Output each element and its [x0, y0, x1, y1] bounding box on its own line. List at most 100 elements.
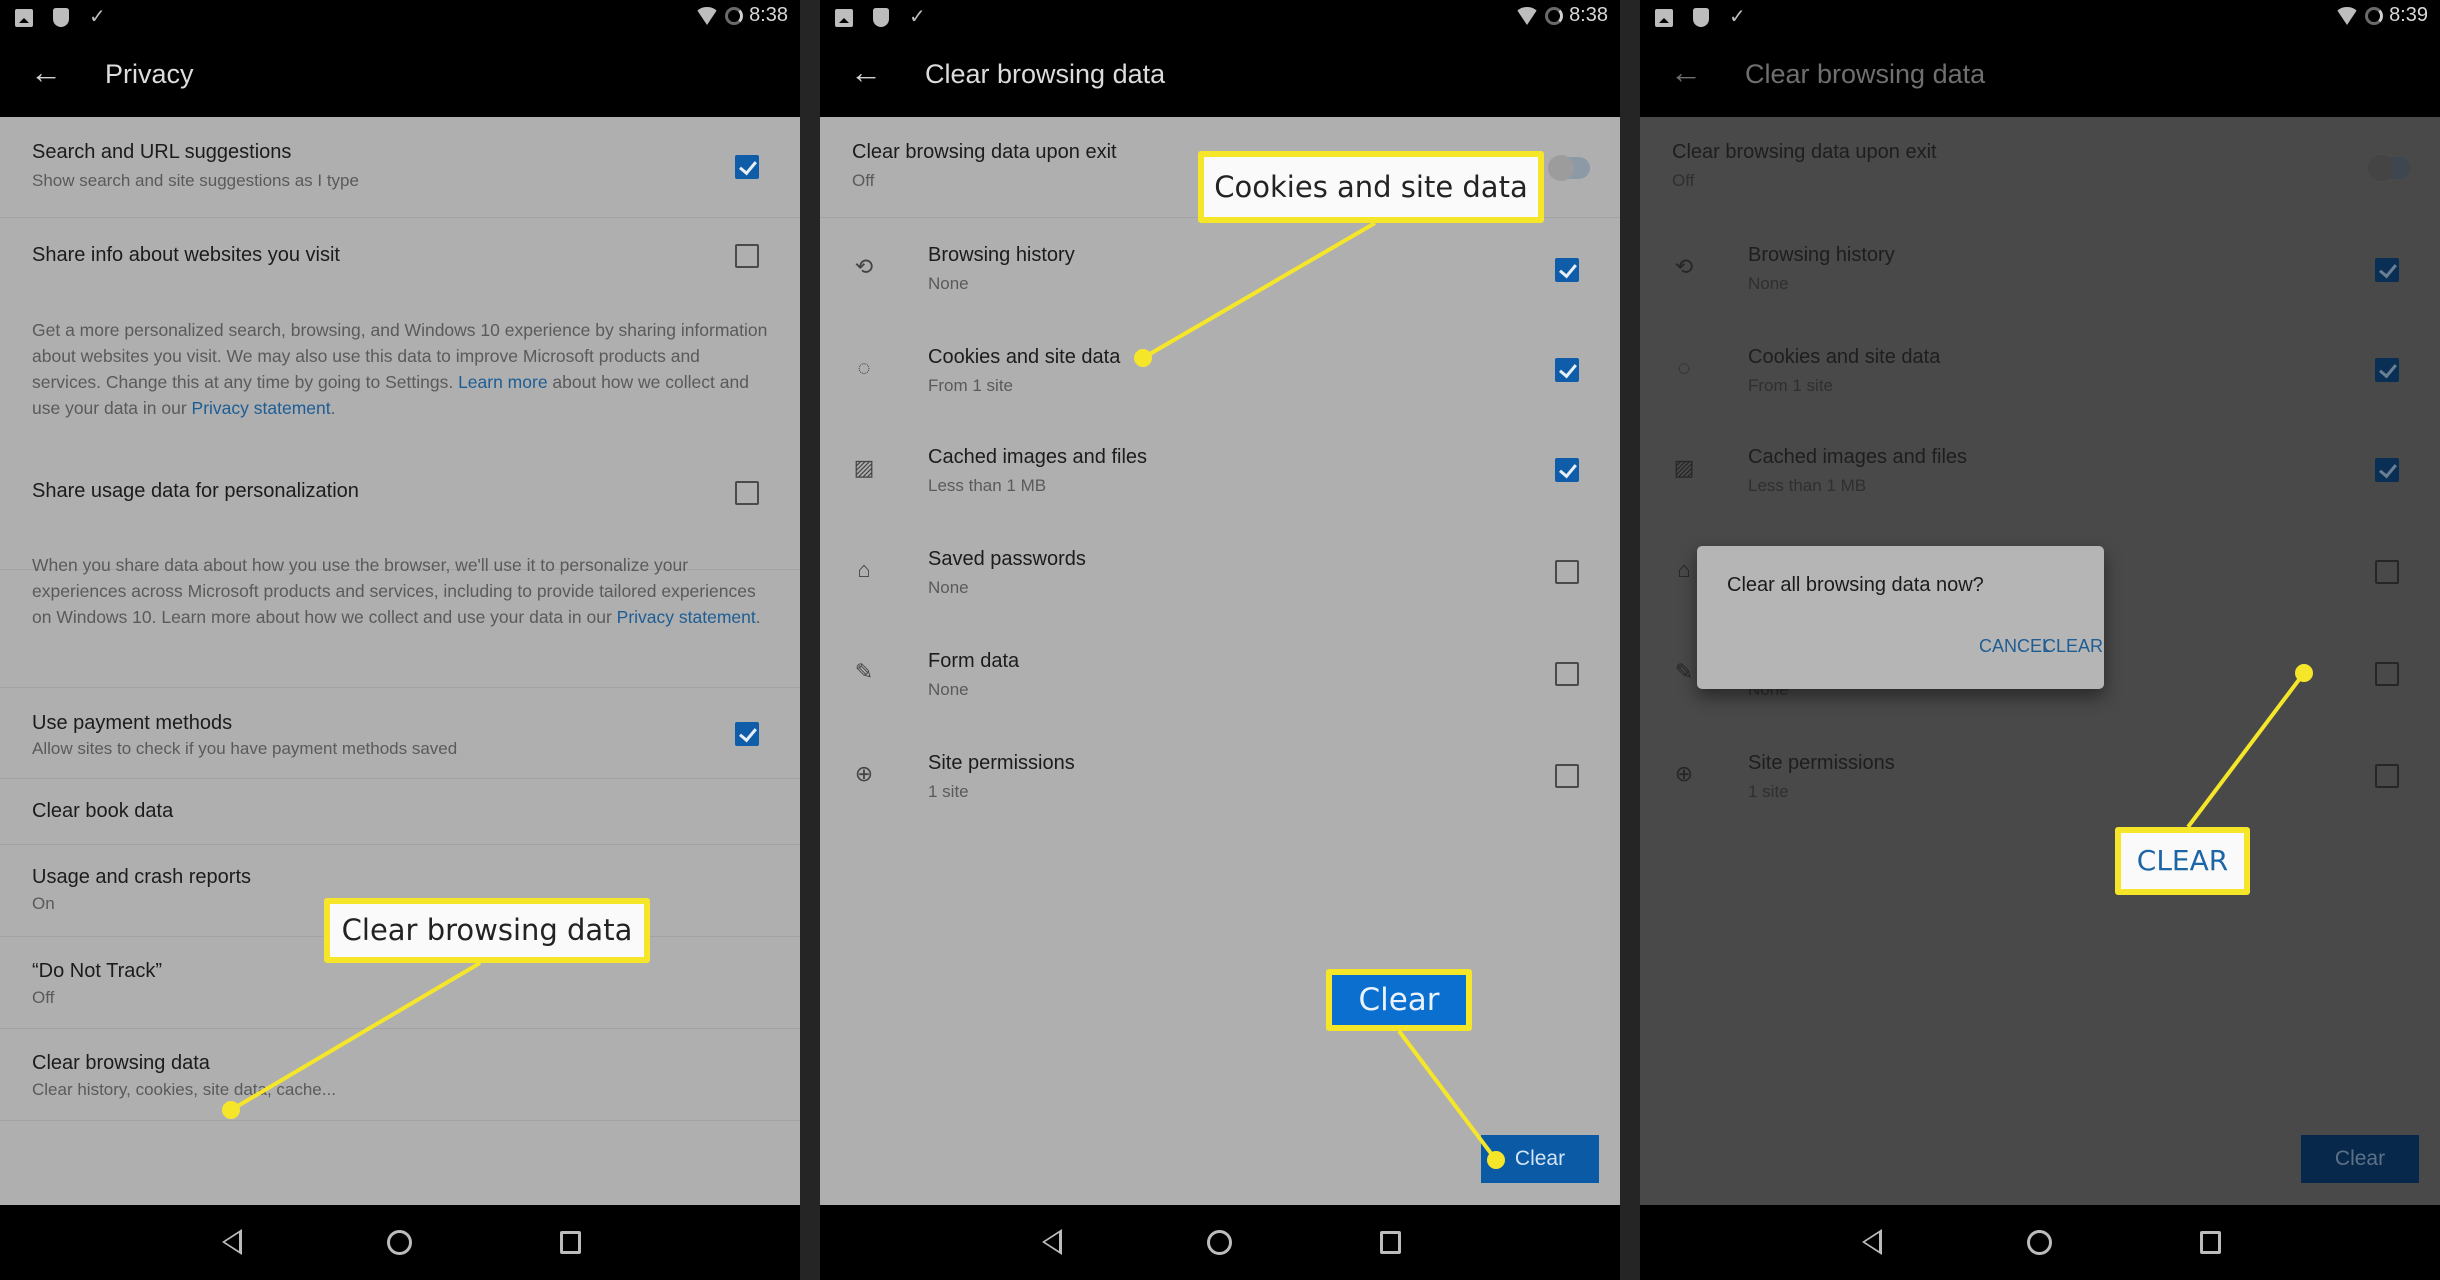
- page-title: Clear browsing data: [925, 59, 1166, 89]
- nav-back-icon[interactable]: [222, 1229, 242, 1255]
- gallery-notification-icon: [15, 8, 33, 27]
- item-subtitle: 1 site: [1748, 782, 1789, 801]
- privacy-screen: ✓ 8:38 ← Privacy Search and URL suggesti…: [0, 0, 800, 1280]
- callout-clear-browsing-data: Clear browsing data: [324, 898, 650, 963]
- nav-back-icon[interactable]: [1042, 1229, 1062, 1255]
- page-title: Privacy: [105, 59, 194, 89]
- item-title: Browsing history: [928, 244, 1075, 266]
- share-usage-checkbox[interactable]: [735, 481, 759, 505]
- search-suggestions-checkbox[interactable]: [735, 155, 759, 179]
- item-saved-passwords[interactable]: ⌂ Saved passwords None: [820, 524, 1620, 626]
- wifi-icon: [2335, 6, 2360, 25]
- cached-images-checkbox: [2375, 458, 2399, 482]
- setting-share-usage[interactable]: Share usage data for personalization Whe…: [0, 453, 800, 688]
- item-subtitle: From 1 site: [928, 376, 1014, 395]
- item-form-data[interactable]: ✎ Form data None: [820, 626, 1620, 728]
- setting-title: “Do Not Track”: [32, 960, 163, 982]
- form-data-checkbox[interactable]: [1555, 662, 1579, 686]
- item-subtitle: Less than 1 MB: [928, 476, 1047, 495]
- shield-notification-icon: [873, 7, 889, 27]
- settings-list: Search and URL suggestions Show search a…: [0, 117, 800, 1205]
- share-info-checkbox[interactable]: [735, 244, 759, 268]
- site-permissions-checkbox[interactable]: [1555, 764, 1579, 788]
- setting-payment-methods[interactable]: Use payment methods Allow sites to check…: [0, 688, 800, 779]
- clear-data-list: Clear browsing data upon exit Off ⟲ Brow…: [820, 117, 1620, 1205]
- app-bar: ← Clear browsing data: [820, 34, 1620, 117]
- clear-on-exit-toggle: [2368, 155, 2410, 181]
- item-subtitle: 1 site: [928, 782, 969, 801]
- back-arrow-icon[interactable]: ←: [850, 56, 882, 88]
- saved-passwords-checkbox: [2375, 560, 2399, 584]
- item-browsing-history[interactable]: ⟲ Browsing history None: [820, 218, 1620, 320]
- item-title: Cookies and site data: [928, 346, 1121, 368]
- saved-passwords-checkbox[interactable]: [1555, 560, 1579, 584]
- cookies-checkbox: [2375, 358, 2399, 382]
- privacy-statement-link[interactable]: Privacy statement: [617, 607, 756, 627]
- item-cookies: ◌ Cookies and site data From 1 site: [1640, 320, 2440, 422]
- nav-back-icon[interactable]: [1862, 1229, 1882, 1255]
- status-bar: ✓ 8:39: [1640, 0, 2440, 34]
- form-data-checkbox: [2375, 662, 2399, 686]
- item-cookies[interactable]: ◌ Cookies and site data From 1 site: [820, 320, 1620, 422]
- item-title: Site permissions: [1748, 752, 1895, 774]
- item-subtitle: Less than 1 MB: [1748, 476, 1867, 495]
- item-subtitle: From 1 site: [1748, 376, 1834, 395]
- store-notification-icon: ✓: [1729, 6, 1746, 28]
- dialog-clear-button[interactable]: CLEAR: [2043, 636, 2103, 657]
- callout-clear: Clear: [1326, 969, 1472, 1031]
- nav-recents-icon[interactable]: [2200, 1231, 2221, 1254]
- setting-title: Clear book data: [32, 800, 174, 822]
- item-title: Browsing history: [1748, 244, 1895, 266]
- store-notification-icon: ✓: [909, 6, 926, 28]
- nav-home-icon[interactable]: [387, 1230, 412, 1255]
- lock-icon: ⌂: [1677, 557, 1691, 582]
- android-nav-bar: [1640, 1205, 2440, 1280]
- setting-subtitle: Off: [1672, 171, 1695, 190]
- item-browsing-history: ⟲ Browsing history None: [1640, 218, 2440, 320]
- callout-clear-confirm: CLEAR: [2115, 827, 2250, 895]
- setting-clear-book-data[interactable]: Clear book data: [0, 779, 800, 845]
- clock: 8:38: [1569, 4, 1608, 26]
- cached-images-checkbox[interactable]: [1555, 458, 1579, 482]
- item-title: Cached images and files: [1748, 446, 1968, 468]
- nav-home-icon[interactable]: [1207, 1230, 1232, 1255]
- globe-icon: ⊕: [1674, 761, 1694, 786]
- clear-button[interactable]: Clear: [1481, 1135, 1599, 1183]
- shield-notification-icon: [53, 7, 69, 27]
- setting-title: Usage and crash reports: [32, 866, 252, 888]
- item-title: Form data: [928, 650, 1020, 672]
- privacy-statement-link[interactable]: Privacy statement: [192, 398, 331, 418]
- dialog-cancel-button[interactable]: CANCEL: [1979, 636, 2052, 657]
- setting-title: Clear browsing data: [32, 1052, 210, 1074]
- shield-notification-icon: [1693, 7, 1709, 27]
- nav-home-icon[interactable]: [2027, 1230, 2052, 1255]
- battery-charging-icon: [2365, 6, 2384, 25]
- clear-on-exit-toggle[interactable]: [1548, 155, 1590, 181]
- back-arrow-icon[interactable]: ←: [30, 56, 62, 88]
- setting-search-suggestions[interactable]: Search and URL suggestions Show search a…: [0, 117, 800, 218]
- history-icon: ⟲: [854, 254, 874, 279]
- site-permissions-checkbox: [2375, 764, 2399, 788]
- item-title: Saved passwords: [928, 548, 1086, 570]
- payment-methods-checkbox[interactable]: [735, 722, 759, 746]
- item-cached-images[interactable]: ▨ Cached images and files Less than 1 MB: [820, 422, 1620, 524]
- nav-recents-icon[interactable]: [560, 1231, 581, 1254]
- back-arrow-icon[interactable]: ←: [1670, 56, 1702, 88]
- app-bar: ← Privacy: [0, 34, 800, 117]
- gallery-notification-icon: [835, 8, 853, 27]
- cookie-icon: ◌: [857, 355, 871, 380]
- status-bar: ✓ 8:38: [0, 0, 800, 34]
- desc-text: .: [755, 607, 761, 627]
- clock: 8:38: [749, 4, 788, 26]
- setting-title: Clear browsing data upon exit: [1672, 141, 1937, 163]
- setting-subtitle: Allow sites to check if you have payment…: [32, 739, 458, 758]
- setting-clear-browsing-data[interactable]: Clear browsing data Clear history, cooki…: [0, 1029, 800, 1121]
- item-site-permissions[interactable]: ⊕ Site permissions 1 site: [820, 728, 1620, 830]
- cookies-checkbox[interactable]: [1555, 358, 1579, 382]
- learn-more-link[interactable]: Learn more: [458, 372, 548, 392]
- battery-charging-icon: [725, 6, 744, 25]
- browsing-history-checkbox[interactable]: [1555, 258, 1579, 282]
- callout-cookies-and-site-data: Cookies and site data: [1198, 151, 1544, 223]
- setting-description: When you share data about how you use th…: [32, 552, 772, 630]
- nav-recents-icon[interactable]: [1380, 1231, 1401, 1254]
